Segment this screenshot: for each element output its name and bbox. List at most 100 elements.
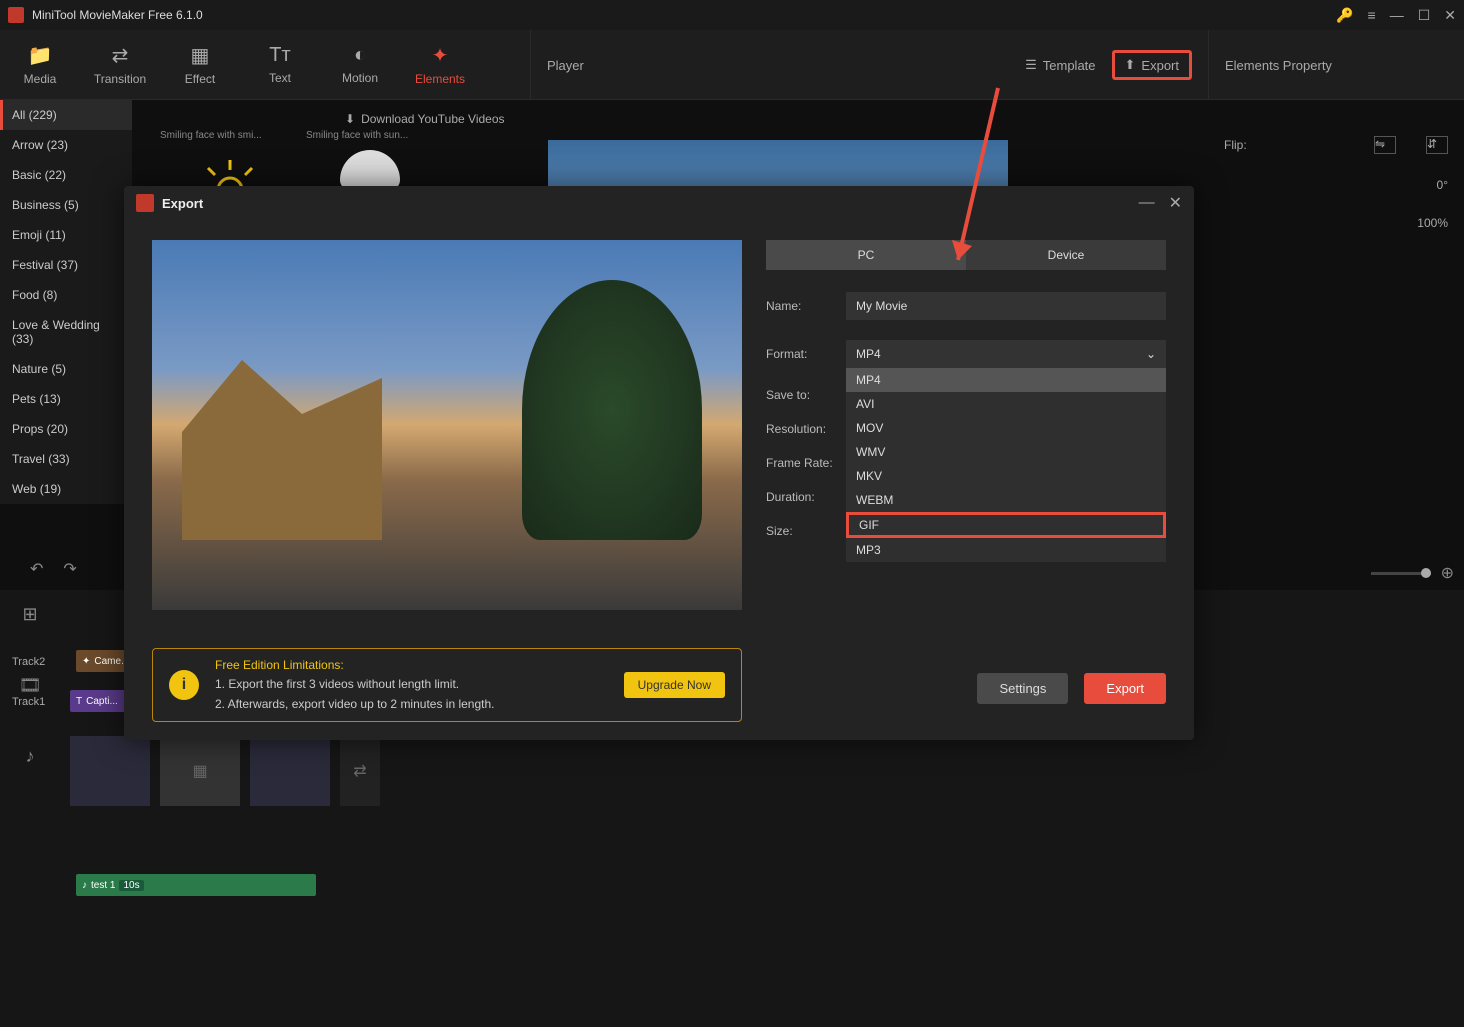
sidebar-item[interactable]: Love & Wedding (33) [0,310,132,354]
format-option[interactable]: MP4 [846,368,1166,392]
info-icon: i [169,670,199,700]
text-button[interactable]: Tᴛ Text [240,30,320,99]
tab-pc[interactable]: PC [766,240,966,270]
download-icon: ⬇ [345,112,355,126]
transition-label: Transition [94,72,146,86]
clip-label: Capti... [86,696,118,707]
limit-header: Free Edition Limitations: [215,656,608,675]
text-label: Text [269,71,291,85]
download-youtube-link[interactable]: ⬇ Download YouTube Videos [345,112,505,126]
format-option[interactable]: MOV [846,416,1166,440]
framerate-label: Frame Rate: [766,456,846,470]
upgrade-button[interactable]: Upgrade Now [624,672,725,698]
template-button[interactable]: ☰ Template [1025,57,1095,73]
name-input[interactable] [846,292,1166,320]
elements-label: Elements [415,72,465,86]
chevron-down-icon: ⌄ [1146,347,1156,361]
properties-panel: Flip:⇋⇵ 0° 100% [1208,120,1464,270]
flip-label: Flip: [1224,138,1247,152]
zoom-slider[interactable]: ⊕ [1371,563,1454,583]
player-label: Player [547,58,1025,73]
sidebar-item[interactable]: All (229) [0,100,132,130]
sidebar-item[interactable]: Travel (33) [0,444,132,474]
sidebar-item[interactable]: Festival (37) [0,250,132,280]
thumb[interactable] [250,736,330,806]
tab-device[interactable]: Device [966,240,1166,270]
maximize-icon[interactable]: ☐ [1418,7,1431,24]
limitation-box: i Free Edition Limitations: 1. Export th… [152,648,742,722]
text-icon: Tᴛ [269,44,290,67]
duration-label: Duration: [766,490,846,504]
undo-icon[interactable]: ↶ [30,559,43,579]
flip-h-icon[interactable]: ⇋ [1374,136,1396,154]
export-dialog: Export — ✕ PC Device Name: Format: MP4 ⌄… [124,186,1194,740]
motion-button[interactable]: ◐ Motion [320,30,400,99]
sidebar-item[interactable]: Emoji (11) [0,220,132,250]
video-track-icon: 🎞 [19,675,42,696]
format-option[interactable]: AVI [846,392,1166,416]
sidebar-item[interactable]: Pets (13) [0,384,132,414]
close-icon[interactable]: ✕ [1444,7,1456,24]
format-option-gif[interactable]: GIF [846,512,1166,538]
add-track-icon[interactable]: ⊞ [22,604,37,625]
track2-label: Track2 [12,656,45,668]
sidebar-item[interactable]: Web (19) [0,474,132,504]
properties-header: Elements Property [1208,30,1464,100]
motion-icon: ◐ [354,44,366,67]
timeline-thumbnails[interactable]: ▦ ⇄ [70,736,380,806]
category-sidebar: All (229) Arrow (23) Basic (22) Business… [0,100,132,504]
format-option[interactable]: MKV [846,464,1166,488]
dialog-close-icon[interactable]: ✕ [1169,193,1182,213]
layers-icon: ☰ [1025,57,1037,73]
redo-icon[interactable]: ↷ [63,559,76,579]
format-select[interactable]: MP4 ⌄ MP4 AVI MOV WMV MKV WEBM GIF MP3 [846,340,1166,368]
key-icon[interactable]: 🔑 [1336,7,1353,24]
effect-button[interactable]: ▦Effect [160,30,240,99]
format-value: MP4 [856,347,881,361]
thumb[interactable]: ▦ [160,736,240,806]
effect-label: Effect [185,72,215,86]
sidebar-item[interactable]: Arrow (23) [0,130,132,160]
player-header: Player ☰ Template ⬆Export [530,30,1208,100]
caption-clip[interactable]: T Capti... [70,690,130,712]
zoom-in-icon[interactable]: ⊕ [1441,563,1454,583]
thumb[interactable] [70,736,150,806]
audio-clip[interactable]: ♪ test 1 10s [76,874,316,896]
format-option[interactable]: MP3 [846,538,1166,562]
media-button[interactable]: 📁Media [0,30,80,99]
export-button[interactable]: Export [1084,673,1166,704]
size-label: Size: [766,524,846,538]
export-button-top[interactable]: ⬆Export [1112,50,1192,80]
name-label: Name: [766,299,846,313]
elements-icon: ✦ [432,43,449,68]
thumb[interactable]: ⇄ [340,736,380,806]
dialog-logo-icon [136,194,154,212]
settings-button[interactable]: Settings [977,673,1068,704]
dialog-titlebar: Export — ✕ [124,186,1194,220]
audio-time: 10s [119,880,143,891]
sidebar-item[interactable]: Nature (5) [0,354,132,384]
transition-button[interactable]: ⇄Transition [80,30,160,99]
minimize-icon[interactable]: — [1390,7,1404,23]
dialog-minimize-icon[interactable]: — [1139,194,1155,212]
export-preview [152,240,742,610]
download-label: Download YouTube Videos [361,112,504,126]
motion-label: Motion [342,71,378,85]
limit-line1: 1. Export the first 3 videos without len… [215,675,608,694]
elements-button[interactable]: ✦ Elements [400,30,480,99]
track1-label: Track1 [12,696,45,708]
folder-icon: 📁 [28,43,53,68]
audio-track-icon: ♪ [26,746,35,767]
menu-icon[interactable]: ≡ [1368,7,1376,23]
face-icon[interactable] [340,150,400,190]
sidebar-item[interactable]: Food (8) [0,280,132,310]
sidebar-item[interactable]: Business (5) [0,190,132,220]
titlebar: MiniTool MovieMaker Free 6.1.0 🔑 ≡ — ☐ ✕ [0,0,1464,30]
timeline-toolbar: ↶ ↷ [0,554,130,584]
format-option[interactable]: WEBM [846,488,1166,512]
sidebar-item[interactable]: Basic (22) [0,160,132,190]
template-label: Template [1043,58,1096,73]
format-option[interactable]: WMV [846,440,1166,464]
flip-v-icon[interactable]: ⇵ [1426,136,1448,154]
sidebar-item[interactable]: Props (20) [0,414,132,444]
